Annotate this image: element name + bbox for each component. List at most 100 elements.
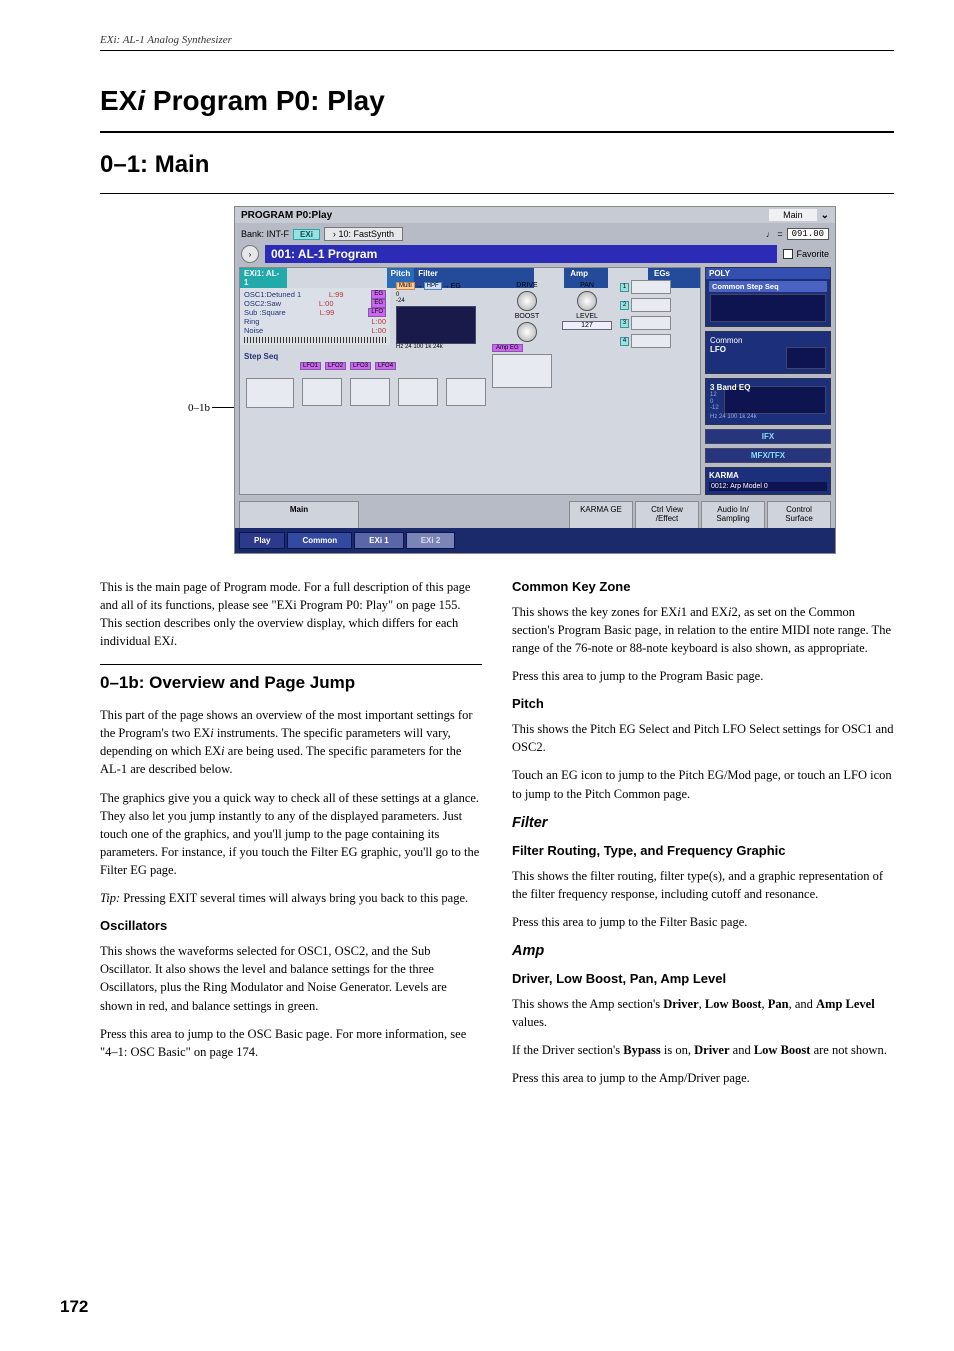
para: This part of the page shows an overview … (100, 706, 482, 779)
pan-label: PAN (562, 282, 612, 289)
para: Press this area to jump to the Filter Ba… (512, 913, 894, 931)
rule (100, 131, 894, 133)
exi-name: EXi1: AL-1 (240, 268, 287, 288)
exi-badge: EXi (293, 229, 320, 240)
para: Tip: Pressing EXIT several times will al… (100, 889, 482, 907)
tab-spacer (361, 501, 567, 528)
lower-tabs: Play Common EXi 1 EXi 2 (235, 528, 835, 553)
eq-box[interactable]: 3 Band EQ 12 0 -12 Hz 24 100 1k 24k (705, 378, 831, 425)
checkbox-icon (783, 249, 793, 259)
screenshot: PROGRAM P0:Play Main ⌄ Bank: INT-F EXi ›… (234, 206, 836, 554)
heading-common-key-zone: Common Key Zone (512, 578, 894, 597)
tab-audio-in[interactable]: Audio In/Sampling (701, 501, 765, 528)
screenshot-wrap: 0–1b PROGRAM P0:Play Main ⌄ Bank: INT-F … (100, 206, 894, 554)
lfo-graph (786, 347, 826, 369)
tab-control-surface[interactable]: ControlSurface (767, 501, 831, 528)
eg-item: 4 (620, 334, 680, 348)
category-select[interactable]: › 10: FastSynth (324, 227, 403, 241)
ltab-play[interactable]: Play (239, 532, 285, 549)
stepseq-graph (710, 294, 826, 322)
title1-b: i (137, 85, 145, 116)
pan-block[interactable]: PAN LEVEL 127 (562, 282, 612, 330)
eq-scale-v: -12 (710, 405, 719, 411)
pan-knob-icon (577, 291, 597, 311)
eg-item: 2 (620, 298, 680, 312)
t: Driver (663, 997, 698, 1011)
eg-num: 4 (620, 337, 629, 346)
heading-driver-lowboost: Driver, Low Boost, Pan, Amp Level (512, 970, 894, 989)
filter-chain: Multi → HPF → EG (396, 282, 486, 290)
karma-box[interactable]: KARMA 0012: Arp Model 0 (705, 467, 831, 495)
heading-oscillators: Oscillators (100, 917, 482, 936)
lfo-graph (302, 378, 342, 406)
amp-eg-graph[interactable] (492, 354, 552, 388)
chevron-down-icon[interactable]: ⌄ (821, 210, 829, 221)
eg-item: 1 (620, 280, 680, 294)
callout-0-1b: 0–1b (158, 402, 210, 414)
t: Driver (694, 1043, 729, 1057)
t: Bypass (623, 1043, 661, 1057)
ifx-button[interactable]: IFX (705, 429, 831, 444)
osc-name: OSC1:Detuned 1 (244, 290, 301, 299)
common-lfo-label-b: LFO (710, 345, 726, 354)
tab-karma-ge[interactable]: KARMA GE (569, 501, 633, 528)
mfx-tfx-button[interactable]: MFX/TFX (705, 448, 831, 463)
eg-env-icon (631, 334, 671, 348)
main-tab[interactable]: Main (769, 209, 817, 221)
favorite-checkbox[interactable]: Favorite (783, 249, 829, 259)
lfo-row[interactable]: LFO1 LFO2 LFO3 LFO4 (300, 364, 396, 372)
osc-name: Noise (244, 326, 263, 335)
left-column: This is the main page of Program mode. F… (100, 578, 482, 1097)
osc-level: L:99 (329, 290, 344, 299)
program-title[interactable]: 001: AL-1 Program (265, 245, 777, 263)
step-lfo-graphs[interactable] (244, 376, 488, 410)
overview-panel[interactable]: EXi1: AL-1 Pitch Filter Amp EGs OSC1:Det… (239, 267, 701, 495)
t: This is the main page of Program mode. F… (100, 580, 470, 648)
ltab-common[interactable]: Common (287, 532, 352, 549)
osc-list[interactable]: OSC1:Detuned 1L:99EG OSC2:SawL:00EG Sub … (240, 288, 390, 345)
t: is on, (661, 1043, 694, 1057)
osc-row: OSC2:SawL:00EG (244, 299, 386, 308)
osc-name: OSC2:Saw (244, 299, 281, 308)
t: and (730, 1043, 754, 1057)
poly-label: POLY (706, 268, 830, 279)
osc-row: NoiseL:00 (244, 326, 386, 335)
filter-mini[interactable]: Multi → HPF → EG 0-24 Hz 24 100 1k 24k (396, 282, 486, 350)
osc-name: Sub :Square (244, 308, 286, 317)
osc-row: Sub :SquareL:99LFO (244, 308, 386, 317)
tempo-value[interactable]: 091.00 (787, 228, 829, 240)
rule (100, 193, 894, 194)
common-lfo-label-a: Common (710, 336, 742, 345)
t: Low Boost (754, 1043, 811, 1057)
eg-column[interactable]: 1 2 3 4 (620, 280, 680, 352)
step-seq-label: Step Seq (244, 352, 278, 361)
eg-num: 1 (620, 283, 629, 292)
bottom-tabs: Main KARMA GE Ctrl View/Effect Audio In/… (235, 501, 835, 528)
tip-label: Tip: (100, 891, 120, 905)
ltab-exi2[interactable]: EXi 2 (406, 532, 456, 549)
lfo-graph (446, 378, 486, 406)
poly-box[interactable]: POLY Common Step Seq (705, 267, 831, 327)
para: This shows the filter routing, filter ty… (512, 867, 894, 903)
tempo-prefix: ♩ = (766, 229, 783, 239)
ltab-exi1[interactable]: EXi 1 (354, 532, 404, 549)
para: Press this area to jump to the Program B… (512, 667, 894, 685)
t: Pan (768, 997, 789, 1011)
eg-env-icon (631, 316, 671, 330)
filter-graph (396, 306, 476, 344)
arrow-icon: → (416, 283, 423, 290)
heading-amp: Amp (512, 941, 894, 962)
eq-axis: Hz 24 100 1k 24k (710, 414, 826, 421)
tab-main[interactable]: Main (239, 501, 359, 528)
common-lfo-box[interactable]: Common LFO (705, 331, 831, 374)
osc-row: RingL:00 (244, 317, 386, 326)
para: Press this area to jump to the OSC Basic… (100, 1025, 482, 1061)
osc-level: L:00 (371, 317, 386, 326)
program-select-icon[interactable]: › (241, 245, 259, 263)
para: This shows the Pitch EG Select and Pitch… (512, 720, 894, 756)
t: This shows the key zones for EX (512, 605, 677, 619)
amp-block[interactable]: DRIVE BOOST (492, 282, 562, 344)
heading-0-1-main: 0–1: Main (100, 151, 894, 179)
tab-ctrl-view[interactable]: Ctrl View/Effect (635, 501, 699, 528)
karma-label: KARMA (709, 471, 827, 480)
